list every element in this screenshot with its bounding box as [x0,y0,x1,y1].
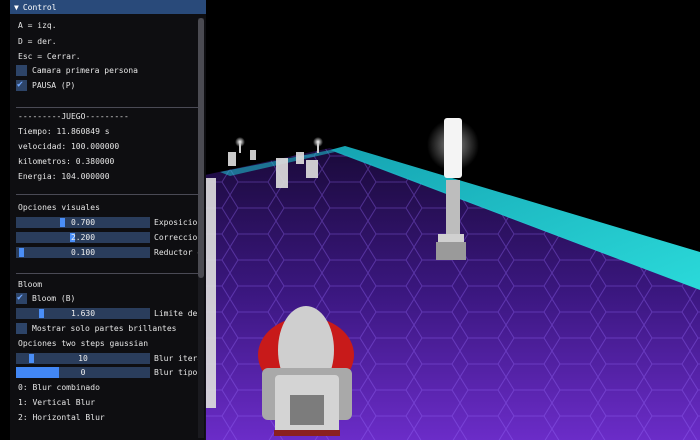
slider-value: 1.630 [70,309,96,318]
slider-value: 2.200 [70,233,96,242]
separator [16,194,202,195]
game-speed: velocidad: 100.000000 [18,142,120,151]
control-panel: ▼ Control A = izq. D = der. Esc = Cerrar… [10,0,206,440]
scrollbar-thumb[interactable] [198,18,204,278]
separator [16,273,202,274]
blur-mode-0: 0: Blur combinado [18,383,100,392]
slider-value: 0.100 [70,248,96,257]
reducer-slider[interactable]: 0.100 [16,247,150,258]
pause-checkbox-label: PAUSA (P) [32,81,76,90]
visual-header: Opciones visuales [18,203,100,212]
blur-iter-label: Blur iterac [154,354,204,363]
game-time: Tiempo: 11.860849 s [18,127,110,136]
bloom-limit-slider[interactable]: 1.630 [16,308,150,319]
help-right: D = der. [18,37,57,46]
blur-type-label: Blur tipo [154,368,198,377]
control-panel-body: A = izq. D = der. Esc = Cerrar. Camara p… [10,14,206,440]
blur-type-slider[interactable]: 0 [16,367,150,378]
exposure-label: Exposicion [154,218,203,227]
blur-iter-slider[interactable]: 10 [16,353,150,364]
slider-value: 0 [80,368,86,377]
gamma-label: Correccion [154,233,203,242]
gamma-slider[interactable]: 2.200 [16,232,150,243]
check-icon: ✔ [17,292,24,303]
exposure-slider[interactable]: 0.700 [16,217,150,228]
slider-value: 0.700 [70,218,96,227]
bloom-checkbox-label: Bloom (B) [32,294,76,303]
separator [16,107,202,108]
bright-only-label: Mostrar solo partes brillantes [32,324,177,333]
control-panel-titlebar[interactable]: ▼ Control [10,0,206,14]
bloom-checkbox[interactable]: ✔ [16,292,27,304]
window-title: Control [22,2,57,12]
gauss-header: Opciones two steps gaussian [18,339,149,348]
camera-checkbox[interactable] [16,65,27,76]
camera-checkbox-label: Camara primera persona [32,66,138,75]
triangle-down-icon[interactable]: ▼ [14,3,19,12]
game-header: ---------JUEGO--------- [18,112,129,121]
blur-mode-1: 1: Vertical Blur [18,398,96,407]
blur-mode-2: 2: Horizontal Blur [18,413,105,422]
help-left: A = izq. [18,21,57,30]
panel-scrollbar[interactable] [198,18,204,438]
bloom-limit-label: Limite de b [154,309,204,318]
bloom-header: Bloom [18,280,43,289]
check-icon: ✔ [17,79,24,90]
game-km: kilometros: 0.380000 [18,157,115,166]
reducer-label: Reductor de [154,248,204,257]
slider-value: 10 [78,354,88,363]
pause-checkbox[interactable]: ✔ [16,79,27,91]
help-close: Esc = Cerrar. [18,52,81,61]
bright-only-checkbox[interactable] [16,323,27,334]
game-energy: Energia: 104.000000 [18,172,110,181]
